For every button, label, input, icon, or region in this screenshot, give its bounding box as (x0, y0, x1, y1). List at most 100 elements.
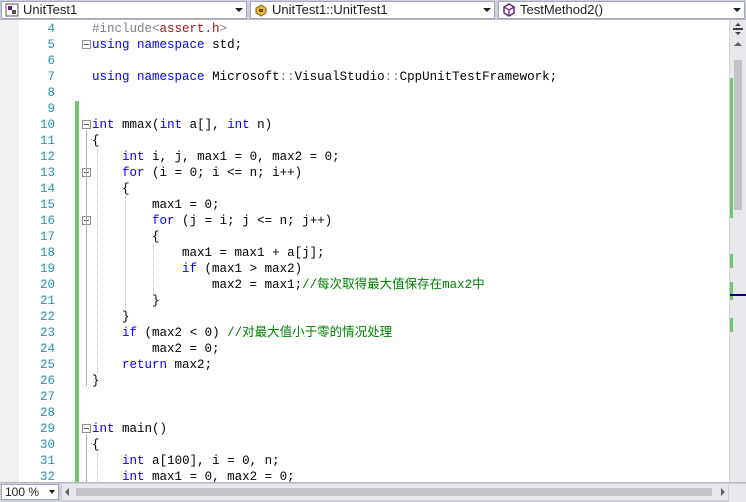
code-line[interactable]: 13 for (i = 0; i <= n; i++) (0, 165, 729, 181)
scroll-up-icon[interactable] (734, 42, 742, 46)
code-line[interactable]: 9 (0, 101, 729, 117)
project-dropdown[interactable]: UnitTest1 (1, 1, 247, 19)
code-line[interactable]: 27 (0, 389, 729, 405)
change-indicator (75, 165, 79, 181)
line-number: 8 (47, 86, 55, 100)
code-line[interactable]: 17 { (0, 229, 729, 245)
code-text: } (92, 374, 100, 388)
code-line[interactable]: 23 if (max2 < 0) //对最大值小于零的情况处理 (0, 325, 729, 341)
member-label: TestMethod2() (520, 2, 604, 17)
code-text: using namespace std; (92, 38, 243, 52)
code-line[interactable]: 15 max1 = 0; (0, 197, 729, 213)
project-label: UnitTest1 (23, 2, 78, 17)
line-number: 18 (39, 246, 55, 260)
change-map-marker (730, 78, 733, 218)
code-line[interactable]: 6 (0, 53, 729, 69)
change-indicator (75, 421, 79, 437)
code-text: int max1 = 0, max2 = 0; (122, 470, 295, 482)
change-indicator (75, 117, 79, 133)
code-text: using namespace Microsoft::VisualStudio:… (92, 70, 558, 84)
code-text: int mmax(int a[], int n) (92, 118, 273, 132)
collapse-icon[interactable] (82, 40, 91, 49)
change-indicator (75, 389, 79, 405)
scroll-right-icon[interactable] (721, 488, 725, 496)
indent-guide (97, 453, 98, 482)
code-line[interactable]: 19 if (max1 > max2) (0, 261, 729, 277)
code-editor[interactable]: 4 #include<assert.h> 5 using namespace std;… (0, 20, 729, 482)
code-line[interactable]: 21 } (0, 293, 729, 309)
zoom-dropdown[interactable]: 100 % (1, 484, 59, 500)
outline-fold-line (86, 226, 87, 306)
line-number: 21 (39, 294, 55, 308)
code-line[interactable]: 25 return max2; (0, 357, 729, 373)
line-number: 31 (39, 454, 55, 468)
line-number: 14 (39, 182, 55, 196)
collapse-icon[interactable] (82, 424, 91, 433)
code-line[interactable]: 20 max2 = max1;//每次取得最大值保存在max2中 (0, 277, 729, 293)
code-line[interactable]: 4 #include<assert.h> (0, 21, 729, 37)
code-text: max2 = max1;//每次取得最大值保存在max2中 (212, 278, 485, 292)
line-number: 32 (39, 470, 55, 482)
code-text: int i, j, max1 = 0, max2 = 0; (122, 150, 340, 164)
chevron-down-icon (483, 8, 491, 12)
vertical-scrollbar[interactable] (729, 20, 746, 482)
code-line[interactable]: 12 int i, j, max1 = 0, max2 = 0; (0, 149, 729, 165)
line-number: 20 (39, 278, 55, 292)
split-view-icon[interactable] (732, 22, 744, 36)
code-line[interactable]: 11 { (0, 133, 729, 149)
code-line[interactable]: 32 int max1 = 0, max2 = 0; (0, 469, 729, 482)
line-number: 10 (39, 118, 55, 132)
vertical-scroll-thumb[interactable] (734, 60, 742, 210)
code-line[interactable]: 7 using namespace Microsoft::VisualStudio… (0, 69, 729, 85)
change-map-marker (730, 318, 733, 332)
horizontal-scroll-thumb[interactable] (76, 488, 712, 496)
scroll-left-icon[interactable] (65, 488, 69, 496)
change-indicator (75, 181, 79, 197)
line-number: 19 (39, 262, 55, 276)
code-line[interactable]: 28 (0, 405, 729, 421)
change-indicator (75, 293, 79, 309)
member-dropdown[interactable]: TestMethod2() (498, 1, 745, 19)
change-indicator (75, 197, 79, 213)
code-line[interactable]: 16 for (j = i; j <= n; j++) (0, 213, 729, 229)
change-map-marker (730, 254, 733, 268)
code-line[interactable]: 31 int a[100], i = 0, n; (0, 453, 729, 469)
code-line[interactable]: 24 max2 = 0; (0, 341, 729, 357)
outline-fold-line (86, 434, 87, 482)
line-number: 26 (39, 374, 55, 388)
line-number: 4 (47, 22, 55, 36)
line-number: 28 (39, 406, 55, 420)
change-indicator (75, 149, 79, 165)
caret-position-marker (730, 294, 746, 296)
code-line[interactable]: 26} (0, 373, 729, 389)
code-line[interactable]: 14 { (0, 181, 729, 197)
change-indicator (75, 277, 79, 293)
code-line[interactable]: 29 int main() (0, 421, 729, 437)
code-line[interactable]: 5 using namespace std; (0, 37, 729, 53)
change-indicator (75, 357, 79, 373)
line-number: 23 (39, 326, 55, 340)
change-indicator (75, 453, 79, 469)
code-line[interactable]: 8 (0, 85, 729, 101)
line-number: 27 (39, 390, 55, 404)
scope-label: UnitTest1::UnitTest1 (272, 2, 388, 17)
line-number: 11 (39, 134, 55, 148)
code-line[interactable]: 30 { (0, 437, 729, 453)
chevron-down-icon (49, 490, 55, 494)
code-text: for (i = 0; i <= n; i++) (122, 166, 303, 180)
code-line[interactable]: 10 int mmax(int a[], int n) (0, 117, 729, 133)
code-text: if (max1 > max2) (182, 262, 303, 276)
code-line[interactable]: 22 } (0, 309, 729, 325)
indent-guide (97, 149, 98, 373)
code-text: #include<assert.h> (92, 22, 228, 36)
line-number: 15 (39, 198, 55, 212)
scope-dropdown[interactable]: UnitTest1::UnitTest1 (250, 1, 495, 19)
code-line[interactable]: 18 max1 = max1 + a[j]; (0, 245, 729, 261)
collapse-icon[interactable] (82, 120, 91, 129)
line-number: 24 (39, 342, 55, 356)
horizontal-scrollbar[interactable] (62, 484, 728, 500)
chevron-down-icon (733, 8, 741, 12)
change-indicator (75, 229, 79, 245)
line-number: 16 (39, 214, 55, 228)
change-indicator (75, 469, 79, 482)
